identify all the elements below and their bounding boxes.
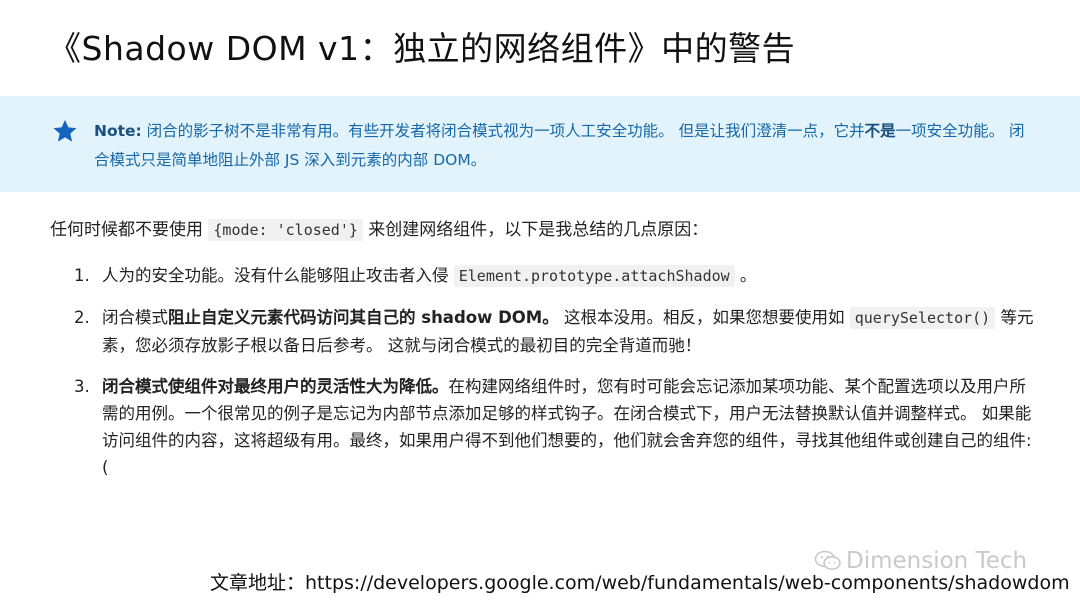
list-item: 1. 人为的安全功能。没有什么能够阻止攻击者入侵 Element.prototy… xyxy=(74,262,1034,290)
item-text: 闭合模式 xyxy=(102,308,168,327)
intro-text: 来创建网络组件，以下是我总结的几点原因： xyxy=(362,220,709,240)
note-label: Note: xyxy=(94,122,142,140)
list-number: 1. xyxy=(74,266,90,285)
list-item: 3. 闭合模式使组件对最终用户的灵活性大为降低。在构建网络组件时，您有时可能会忘… xyxy=(74,373,1034,481)
list-item: 2. 闭合模式阻止自定义元素代码访问其自己的 shadow DOM。 这根本没用… xyxy=(74,304,1034,359)
footer-url: https://developers.google.com/web/fundam… xyxy=(305,572,1070,594)
list-number: 3. xyxy=(74,377,90,396)
item-bold: 阻止自定义元素代码访问其自己的 shadow DOM。 xyxy=(168,308,559,327)
item-text: 这根本没用。相反，如果您想要使用如 xyxy=(558,308,850,327)
reasons-list: 1. 人为的安全功能。没有什么能够阻止攻击者入侵 Element.prototy… xyxy=(74,262,1034,495)
item-text: 。 xyxy=(734,266,757,285)
note-text-part: 闭合的影子树不是非常有用。有些开发者将闭合模式视为一项人工安全功能。 但是让我们… xyxy=(141,122,865,140)
intro-code: {mode: 'closed'} xyxy=(208,219,363,241)
note-text: Note: 闭合的影子树不是非常有用。有些开发者将闭合模式视为一项人工安全功能。… xyxy=(94,117,1029,175)
item-code: Element.prototype.attachShadow xyxy=(453,265,735,287)
list-number: 2. xyxy=(74,308,90,327)
note-bold: 不是 xyxy=(864,122,896,140)
footer-source: 文章地址：https://developers.google.com/web/f… xyxy=(210,568,1070,595)
page-title: 《Shadow DOM v1：独立的网络组件》中的警告 xyxy=(48,29,796,68)
intro-text: 任何时候都不要使用 xyxy=(50,220,209,240)
intro-paragraph: 任何时候都不要使用 {mode: 'closed'} 来创建网络组件，以下是我总… xyxy=(50,215,709,241)
footer-label: 文章地址： xyxy=(210,572,306,594)
item-text: 人为的安全功能。没有什么能够阻止攻击者入侵 xyxy=(102,266,454,285)
star-icon xyxy=(53,119,77,142)
item-code: querySelector() xyxy=(849,307,996,329)
item-bold: 闭合模式使组件对最终用户的灵活性大为降低。 xyxy=(102,377,449,396)
